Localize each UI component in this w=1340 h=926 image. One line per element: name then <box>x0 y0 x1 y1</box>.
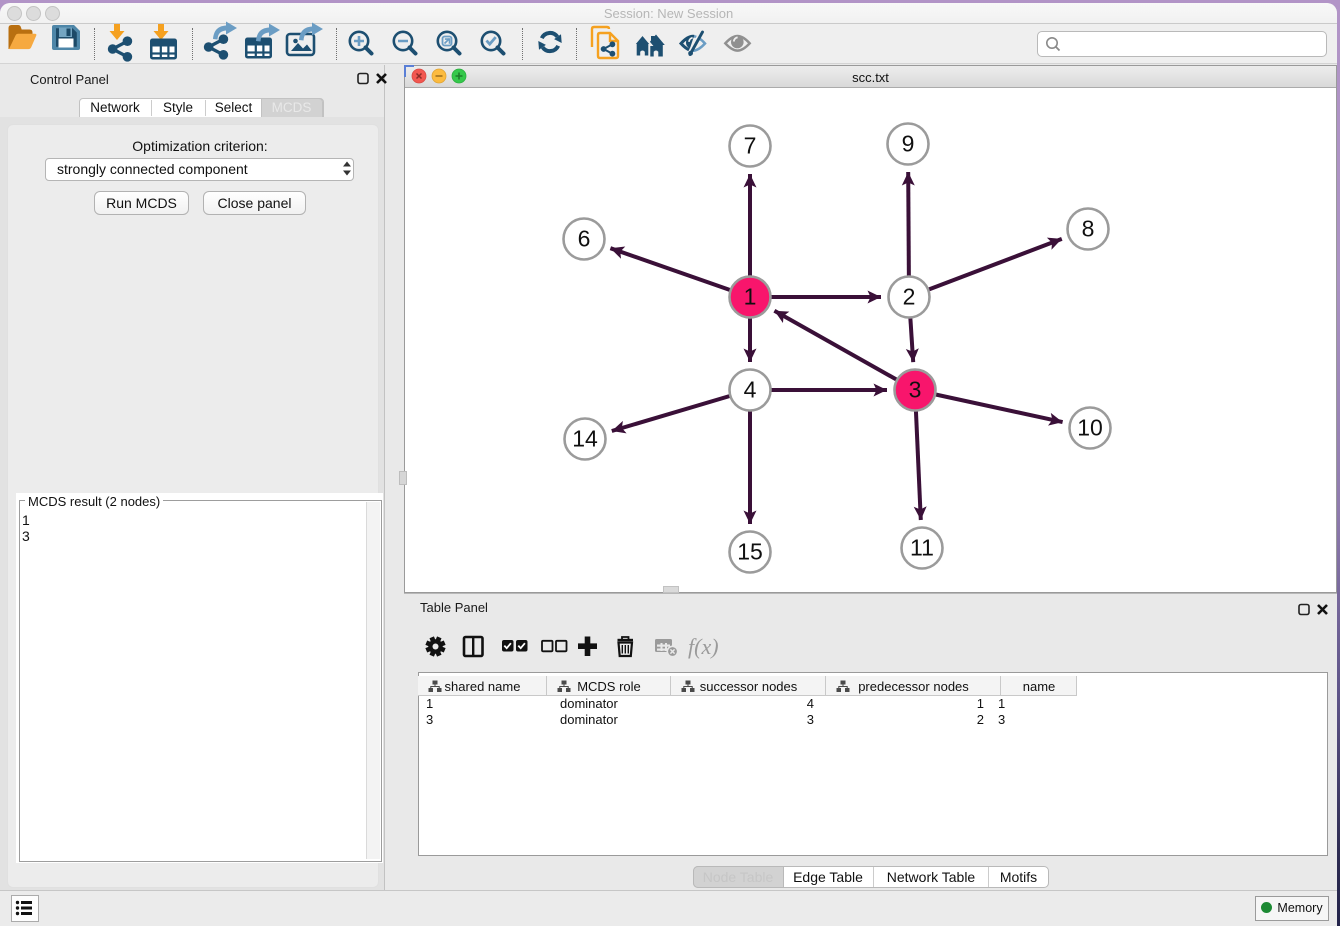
svg-text:11: 11 <box>910 535 934 561</box>
svg-text:6: 6 <box>578 226 591 252</box>
svg-text:14: 14 <box>572 426 598 452</box>
svg-text:7: 7 <box>744 133 757 159</box>
svg-text:2: 2 <box>903 284 916 310</box>
svg-text:3: 3 <box>909 377 922 403</box>
svg-text:1: 1 <box>744 284 757 310</box>
svg-text:9: 9 <box>902 131 915 157</box>
svg-text:8: 8 <box>1082 216 1095 242</box>
svg-text:15: 15 <box>737 539 763 565</box>
svg-text:4: 4 <box>744 377 757 403</box>
svg-text:10: 10 <box>1077 415 1103 441</box>
